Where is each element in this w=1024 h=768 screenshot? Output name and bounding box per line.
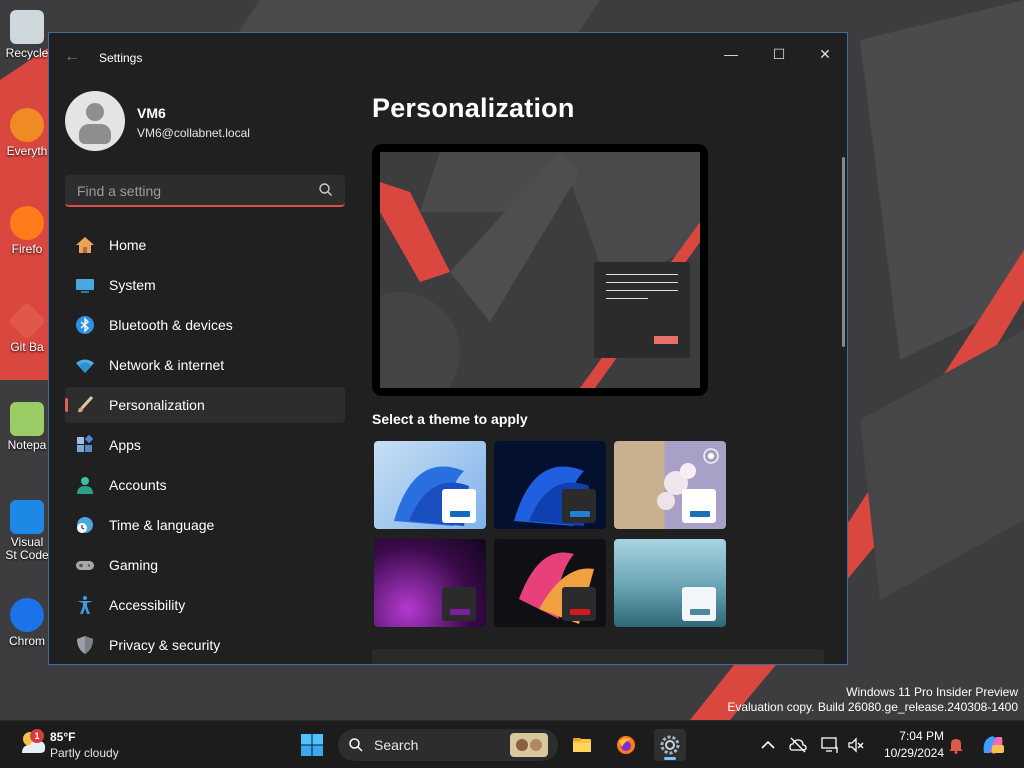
copilot-icon[interactable] bbox=[980, 733, 1006, 757]
weather-condition: Partly cloudy bbox=[50, 746, 119, 760]
desktop-icon-notepad[interactable]: Notepa bbox=[4, 400, 50, 462]
sidebar-item-gaming[interactable]: Gaming bbox=[65, 547, 345, 583]
search-highlight-icon bbox=[510, 733, 548, 757]
user-name: VM6 bbox=[137, 105, 166, 121]
theme-flow[interactable] bbox=[494, 539, 606, 627]
theme-indicator-icon bbox=[703, 448, 719, 464]
active-indicator bbox=[664, 757, 676, 760]
notification-badge: 1 bbox=[30, 729, 44, 743]
clock-globe-icon bbox=[77, 517, 93, 533]
bluetooth-icon bbox=[76, 316, 94, 334]
wifi-icon bbox=[76, 359, 94, 373]
sidebar-item-home[interactable]: Home bbox=[65, 227, 345, 263]
home-icon bbox=[76, 237, 94, 253]
desktop-icon-vscode[interactable]: Visual St Code bbox=[4, 498, 50, 578]
firefox-icon bbox=[617, 736, 635, 754]
gamepad-icon bbox=[76, 561, 94, 570]
taskbar-file-explorer[interactable] bbox=[566, 729, 598, 761]
sidebar-item-system[interactable]: System bbox=[65, 267, 345, 303]
arrow-left-icon: ← bbox=[64, 48, 80, 65]
weather-temperature: 85°F bbox=[50, 730, 76, 744]
minimize-icon: — bbox=[724, 46, 738, 62]
sidebar-nav: Home System Bluetooth & devices Network … bbox=[65, 227, 345, 664]
theme-preview bbox=[372, 144, 708, 396]
network-icon[interactable] bbox=[820, 735, 840, 755]
firefox-icon bbox=[10, 206, 44, 240]
user-profile[interactable]: VM6 VM6@collabnet.local bbox=[65, 91, 355, 155]
settings-search-box[interactable] bbox=[65, 175, 345, 207]
windows-start-icon[interactable] bbox=[300, 733, 324, 757]
taskbar-settings[interactable] bbox=[654, 729, 686, 761]
monitor-icon bbox=[76, 279, 94, 293]
notification-bell-icon[interactable] bbox=[946, 735, 966, 755]
taskbar: 1 85°F Partly cloudy Search 7:04 PM 10/2… bbox=[0, 720, 1024, 768]
clock-time[interactable]: 7:04 PM bbox=[880, 729, 944, 743]
theme-captured-motion[interactable] bbox=[374, 539, 486, 627]
desktop-icon-chrome[interactable]: Chrom bbox=[4, 596, 50, 658]
accessibility-icon bbox=[77, 596, 93, 614]
taskbar-search[interactable]: Search bbox=[338, 729, 558, 761]
maximize-button[interactable]: ☐ bbox=[759, 39, 799, 69]
sidebar-item-bluetooth[interactable]: Bluetooth & devices bbox=[65, 307, 345, 343]
maximize-icon: ☐ bbox=[772, 46, 786, 62]
sidebar-item-privacy-security[interactable]: Privacy & security bbox=[65, 627, 345, 663]
theme-grid bbox=[372, 439, 732, 629]
taskbar-firefox[interactable] bbox=[610, 729, 642, 761]
sidebar-item-accounts[interactable]: Accounts bbox=[65, 467, 345, 503]
brush-icon bbox=[78, 395, 94, 413]
window-title: Settings bbox=[99, 51, 143, 65]
user-email: VM6@collabnet.local bbox=[137, 126, 250, 140]
sidebar-item-network[interactable]: Network & internet bbox=[65, 347, 345, 383]
search-icon bbox=[349, 738, 363, 752]
settings-window: ← Settings — ☐ ✕ VM6 VM6@collabnet.local… bbox=[48, 32, 848, 665]
theme-section-label: Select a theme to apply bbox=[372, 411, 528, 427]
page-title: Personalization bbox=[372, 93, 575, 123]
person-icon bbox=[77, 477, 93, 494]
desktop-icon-git-bash[interactable]: Git Ba bbox=[4, 301, 50, 364]
file-explorer-icon bbox=[573, 738, 591, 752]
theme-windows-light[interactable] bbox=[374, 441, 486, 529]
shield-icon bbox=[77, 636, 93, 654]
preview-window-mock bbox=[594, 262, 690, 358]
clock-date[interactable]: 10/29/2024 bbox=[870, 746, 944, 760]
desktop-icon-everything[interactable]: Everyth bbox=[4, 106, 50, 168]
sidebar-item-personalization[interactable]: Personalization bbox=[65, 387, 345, 423]
close-icon: ✕ bbox=[819, 46, 831, 62]
desktop-icon-recycle-bin[interactable]: Recycle bbox=[4, 8, 50, 70]
desktop-icon-firefox[interactable]: Firefo bbox=[4, 204, 50, 266]
search-icon[interactable] bbox=[317, 181, 335, 199]
chevron-up-icon[interactable] bbox=[758, 735, 778, 755]
search-label: Search bbox=[374, 737, 419, 753]
content-scrollbar[interactable] bbox=[842, 157, 845, 347]
vscode-icon bbox=[10, 500, 44, 534]
sidebar-item-time-language[interactable]: Time & language bbox=[65, 507, 345, 543]
next-setting-card[interactable] bbox=[372, 649, 824, 664]
settings-icon bbox=[660, 735, 680, 755]
minimize-button[interactable]: — bbox=[711, 39, 751, 69]
apps-icon bbox=[77, 435, 94, 452]
theme-windows-dark[interactable] bbox=[494, 441, 606, 529]
theme-glow[interactable] bbox=[614, 441, 726, 529]
volume-mute-icon[interactable] bbox=[846, 735, 866, 755]
os-watermark: Windows 11 Pro Insider Preview Evaluatio… bbox=[727, 685, 1018, 714]
recycle-bin-icon bbox=[10, 10, 44, 44]
theme-sunrise[interactable] bbox=[614, 539, 726, 627]
back-button[interactable]: ← bbox=[61, 47, 83, 67]
sidebar-item-apps[interactable]: Apps bbox=[65, 427, 345, 463]
avatar bbox=[65, 91, 125, 151]
search-input[interactable] bbox=[75, 180, 309, 202]
desktop-icons: Recycle Everyth Firefo Git Ba Notepa Vis… bbox=[0, 0, 50, 720]
cloud-off-icon[interactable] bbox=[788, 735, 808, 755]
title-bar[interactable]: ← Settings — ☐ ✕ bbox=[49, 33, 847, 81]
magnifier-icon bbox=[10, 108, 44, 142]
close-button[interactable]: ✕ bbox=[805, 39, 845, 69]
avatar-head bbox=[86, 103, 104, 121]
git-icon bbox=[7, 301, 47, 341]
avatar-body bbox=[79, 124, 111, 144]
chrome-icon bbox=[10, 598, 44, 632]
notepad-icon bbox=[10, 402, 44, 436]
sidebar-item-accessibility[interactable]: Accessibility bbox=[65, 587, 345, 623]
